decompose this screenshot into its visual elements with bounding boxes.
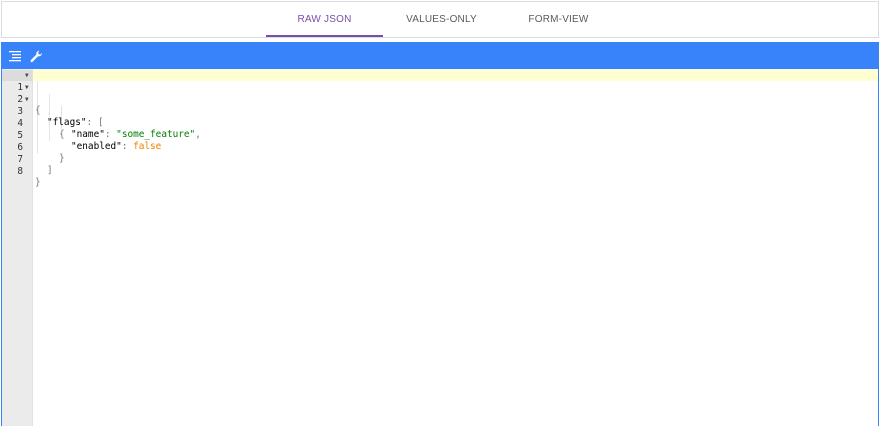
key-token: "name" — [71, 129, 105, 141]
code-line[interactable]: 5 "enabled": false — [2, 118, 161, 153]
brace-token: } — [59, 153, 65, 165]
active-line-highlight — [33, 70, 878, 81]
fold-toggle-icon[interactable]: ▼ — [25, 94, 31, 106]
boolean-value-token: false — [133, 141, 162, 153]
code-line[interactable]: 7 ] — [2, 142, 52, 177]
tab-raw-json[interactable]: RAW JSON — [266, 2, 383, 37]
code-line[interactable]: 6 } — [2, 130, 64, 165]
json-editor-app: RAW JSON VALUES-ONLY FORM-VIEW 1 ▼ {2 ▼… — [0, 0, 880, 426]
repair-json-button[interactable] — [26, 46, 46, 66]
colon-token: : — [104, 129, 117, 141]
line-number: 8 — [17, 165, 23, 177]
key-token: "enabled" — [71, 141, 122, 153]
format-json-button[interactable] — [5, 46, 25, 66]
tab-form-view[interactable]: FORM-VIEW — [500, 2, 617, 37]
wrench-icon — [30, 50, 42, 62]
string-value-token: "some_feature" — [116, 129, 196, 141]
editor-toolbar — [2, 43, 878, 69]
colon-token: : — [121, 141, 134, 153]
code-line[interactable]: 1 ▼ { — [2, 70, 47, 116]
code-editor: 1 ▼ { 2 ▼ "flags": [ 3 ▼ { 4 "name": "so… — [1, 42, 879, 426]
comma-token: , — [195, 129, 201, 141]
code-area[interactable]: 1 ▼ { 2 ▼ "flags": [ 3 ▼ { 4 "name": "so… — [2, 69, 878, 426]
brace-token: { — [59, 129, 65, 141]
fold-toggle-icon[interactable]: ▼ — [25, 70, 31, 82]
bracket-token: [ — [97, 117, 104, 129]
bracket-token: ] — [47, 165, 53, 177]
colon-token: : — [86, 117, 98, 129]
fold-toggle-icon[interactable]: ▼ — [25, 82, 31, 94]
format-lines-icon — [9, 51, 21, 62]
key-token: "flags" — [47, 117, 87, 129]
code-line[interactable]: 4 "name": "some_feature", — [2, 106, 201, 141]
code-line[interactable]: 3 ▼ { — [2, 94, 64, 140]
tab-values-only[interactable]: VALUES-ONLY — [383, 2, 500, 37]
brace-token: } — [35, 177, 41, 189]
code-line[interactable]: 2 ▼ "flags": [ — [2, 82, 103, 128]
view-tab-bar: RAW JSON VALUES-ONLY FORM-VIEW — [1, 1, 879, 38]
code-line[interactable]: 8 } — [2, 154, 47, 189]
